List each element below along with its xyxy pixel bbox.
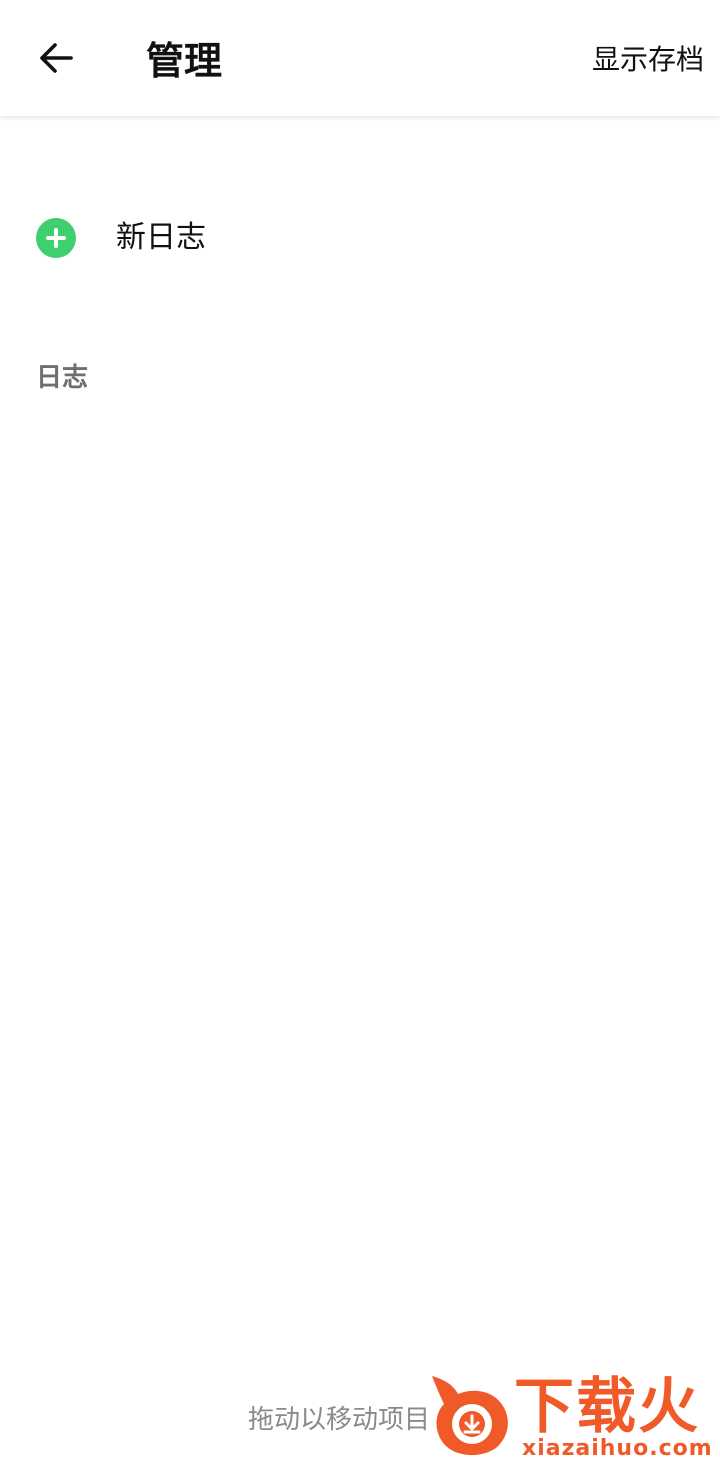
show-archive-button[interactable]: 显示存档: [592, 40, 704, 80]
arrow-left-icon: [38, 40, 74, 80]
drag-hint-text: 拖动以移动项目: [248, 1405, 431, 1435]
app-bar: 管理 显示存档: [0, 0, 720, 116]
new-log-label: 新日志: [116, 220, 206, 255]
back-button[interactable]: [26, 30, 86, 90]
plus-circle-icon: [36, 218, 76, 258]
watermark-domain: xiazaihuo.com: [522, 1436, 713, 1461]
new-log-button[interactable]: 新日志: [0, 194, 720, 282]
section-header-logs: 日志: [36, 363, 89, 393]
page-title: 管理: [146, 39, 223, 83]
flame-download-icon: [432, 1376, 508, 1456]
watermark-brand: 下载火: [514, 1372, 700, 1442]
watermark-logo: 下载火 xiazaihuo.com: [426, 1370, 720, 1463]
